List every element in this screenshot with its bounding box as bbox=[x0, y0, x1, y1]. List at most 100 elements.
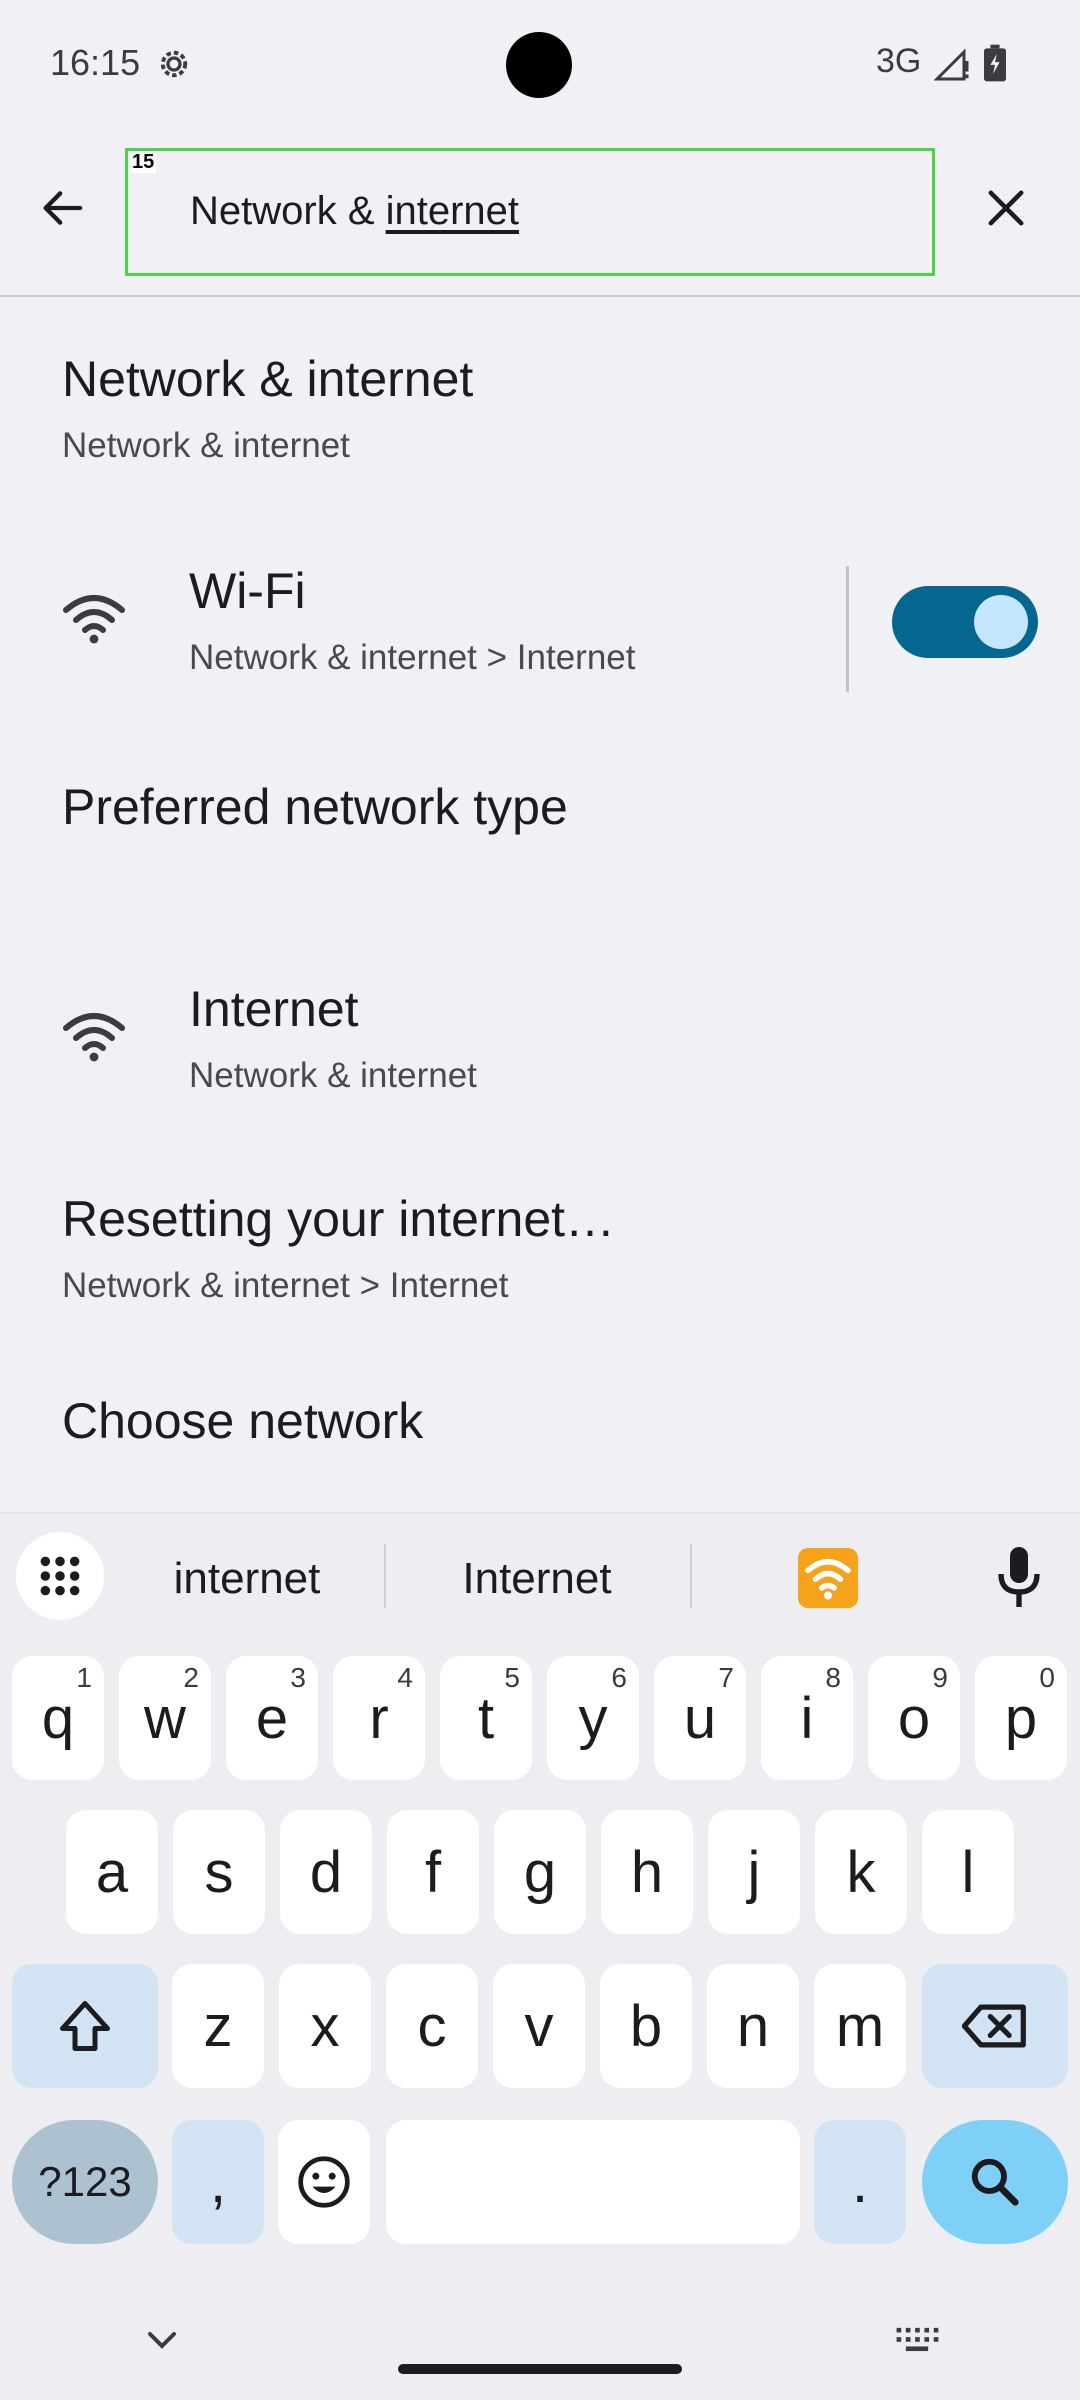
key-letter: t bbox=[477, 1685, 495, 1751]
status-bar: 16:15 3G bbox=[0, 0, 1080, 130]
key-p[interactable]: p0 bbox=[975, 1656, 1067, 1780]
element-index-tag: 15 bbox=[130, 151, 157, 173]
key-letter: p bbox=[1004, 1685, 1038, 1751]
key-letter: y bbox=[578, 1685, 608, 1751]
emoji-key[interactable] bbox=[278, 2120, 370, 2244]
result-preferred-network-type[interactable]: Preferred network type bbox=[0, 740, 1080, 920]
key-x[interactable]: x bbox=[279, 1964, 371, 2088]
result-choose-network[interactable]: Choose network bbox=[0, 1360, 1080, 1510]
key-j[interactable]: j bbox=[708, 1810, 800, 1934]
keyboard-menu-button[interactable] bbox=[16, 1532, 104, 1620]
clear-search-button[interactable] bbox=[974, 176, 1038, 240]
comma-key[interactable]: , bbox=[172, 2120, 264, 2244]
shift-arrow-icon bbox=[60, 2001, 110, 2051]
key-number-hint: 6 bbox=[611, 1662, 627, 1693]
key-number-hint: 8 bbox=[825, 1662, 841, 1693]
search-header: 15 Network & internet bbox=[0, 130, 1080, 297]
home-gesture-handle[interactable] bbox=[398, 2364, 682, 2374]
search-key[interactable] bbox=[922, 2120, 1068, 2244]
key-y[interactable]: y6 bbox=[547, 1656, 639, 1780]
microphone-icon[interactable] bbox=[994, 1544, 1044, 1610]
key-e[interactable]: e3 bbox=[226, 1656, 318, 1780]
space-key[interactable] bbox=[386, 2120, 800, 2244]
key-d[interactable]: d bbox=[280, 1810, 372, 1934]
key-letter: u bbox=[683, 1685, 717, 1751]
key-number-hint: 7 bbox=[718, 1662, 734, 1693]
network-type-label: 3G bbox=[876, 42, 922, 80]
key-z[interactable]: z bbox=[172, 1964, 264, 2088]
search-query-composing: internet bbox=[385, 189, 520, 233]
key-letter: o bbox=[897, 1685, 931, 1751]
key-n[interactable]: n bbox=[707, 1964, 799, 2088]
result-wifi[interactable]: Wi-Fi Network & internet > Internet bbox=[0, 510, 1080, 710]
backspace-icon bbox=[962, 2004, 1026, 2048]
backspace-key[interactable] bbox=[922, 1964, 1068, 2088]
key-number-hint: 3 bbox=[290, 1662, 306, 1693]
key-a[interactable]: a bbox=[66, 1810, 158, 1934]
key-u[interactable]: u7 bbox=[654, 1656, 746, 1780]
result-subtitle: Network & internet > Internet bbox=[189, 638, 636, 677]
search-input[interactable]: 15 Network & internet bbox=[125, 148, 935, 276]
key-letter: i bbox=[800, 1685, 814, 1751]
result-title: Resetting your internet… bbox=[62, 1191, 616, 1247]
key-t[interactable]: t5 bbox=[440, 1656, 532, 1780]
key-m[interactable]: m bbox=[814, 1964, 906, 2088]
keyboard-switcher-icon[interactable] bbox=[894, 2326, 940, 2352]
smiley-icon bbox=[298, 2156, 350, 2208]
camera-cutout bbox=[506, 32, 572, 98]
key-s[interactable]: s bbox=[173, 1810, 265, 1934]
key-l[interactable]: l bbox=[922, 1810, 1014, 1934]
key-number-hint: 2 bbox=[183, 1662, 199, 1693]
key-number-hint: 1 bbox=[76, 1662, 92, 1693]
result-subtitle: Network & internet bbox=[189, 1056, 477, 1095]
settings-gear-icon bbox=[160, 50, 188, 78]
period-key[interactable]: . bbox=[814, 2120, 906, 2244]
result-title: Network & internet bbox=[62, 351, 474, 407]
key-b[interactable]: b bbox=[600, 1964, 692, 2088]
back-button[interactable] bbox=[30, 176, 94, 240]
key-r[interactable]: r4 bbox=[333, 1656, 425, 1780]
result-network-internet[interactable]: Network & internet Network & internet bbox=[0, 300, 1080, 500]
search-query-prefix: Network & bbox=[190, 189, 386, 233]
key-c[interactable]: c bbox=[386, 1964, 478, 2088]
toggle-knob bbox=[974, 595, 1028, 649]
result-title: Internet bbox=[189, 981, 359, 1037]
suggestion-divider bbox=[384, 1544, 386, 1608]
wifi-emoji-icon[interactable] bbox=[798, 1548, 858, 1608]
result-subtitle: Network & internet > Internet bbox=[62, 1266, 509, 1305]
result-title: Preferred network type bbox=[62, 779, 568, 835]
key-letter: r bbox=[369, 1685, 389, 1751]
key-number-hint: 4 bbox=[397, 1662, 413, 1693]
key-f[interactable]: f bbox=[387, 1810, 479, 1934]
result-title: Wi-Fi bbox=[189, 563, 306, 619]
key-o[interactable]: o9 bbox=[868, 1656, 960, 1780]
key-letter: e bbox=[255, 1685, 289, 1751]
hide-keyboard-chevron-icon[interactable] bbox=[146, 2330, 178, 2350]
symbols-key[interactable]: ?123 bbox=[12, 2120, 158, 2244]
result-resetting-internet[interactable]: Resetting your internet… Network & inter… bbox=[0, 1150, 1080, 1340]
key-h[interactable]: h bbox=[601, 1810, 693, 1934]
battery-charging-icon bbox=[984, 44, 1006, 82]
close-icon bbox=[988, 190, 1024, 226]
key-w[interactable]: w2 bbox=[119, 1656, 211, 1780]
suggestion-2[interactable]: Internet bbox=[420, 1554, 654, 1604]
key-number-hint: 0 bbox=[1039, 1662, 1055, 1693]
key-number-hint: 9 bbox=[932, 1662, 948, 1693]
signal-icon bbox=[934, 48, 969, 81]
search-icon bbox=[971, 2158, 1019, 2206]
result-subtitle: Network & internet bbox=[62, 426, 350, 465]
wifi-icon bbox=[63, 1013, 125, 1062]
soft-keyboard: internet Internet q1w2e3r4t5y6u7i8o9p0 a… bbox=[0, 1512, 1080, 2400]
wifi-toggle[interactable] bbox=[892, 586, 1038, 658]
key-v[interactable]: v bbox=[493, 1964, 585, 2088]
result-title: Choose network bbox=[62, 1393, 424, 1449]
result-internet[interactable]: Internet Network & internet bbox=[0, 930, 1080, 1120]
suggestion-1[interactable]: internet bbox=[130, 1554, 364, 1604]
key-q[interactable]: q1 bbox=[12, 1656, 104, 1780]
shift-key[interactable] bbox=[12, 1964, 158, 2088]
navigation-bar bbox=[0, 2290, 1080, 2400]
key-i[interactable]: i8 bbox=[761, 1656, 853, 1780]
search-query-text: Network & internet bbox=[190, 189, 519, 234]
key-g[interactable]: g bbox=[494, 1810, 586, 1934]
key-k[interactable]: k bbox=[815, 1810, 907, 1934]
